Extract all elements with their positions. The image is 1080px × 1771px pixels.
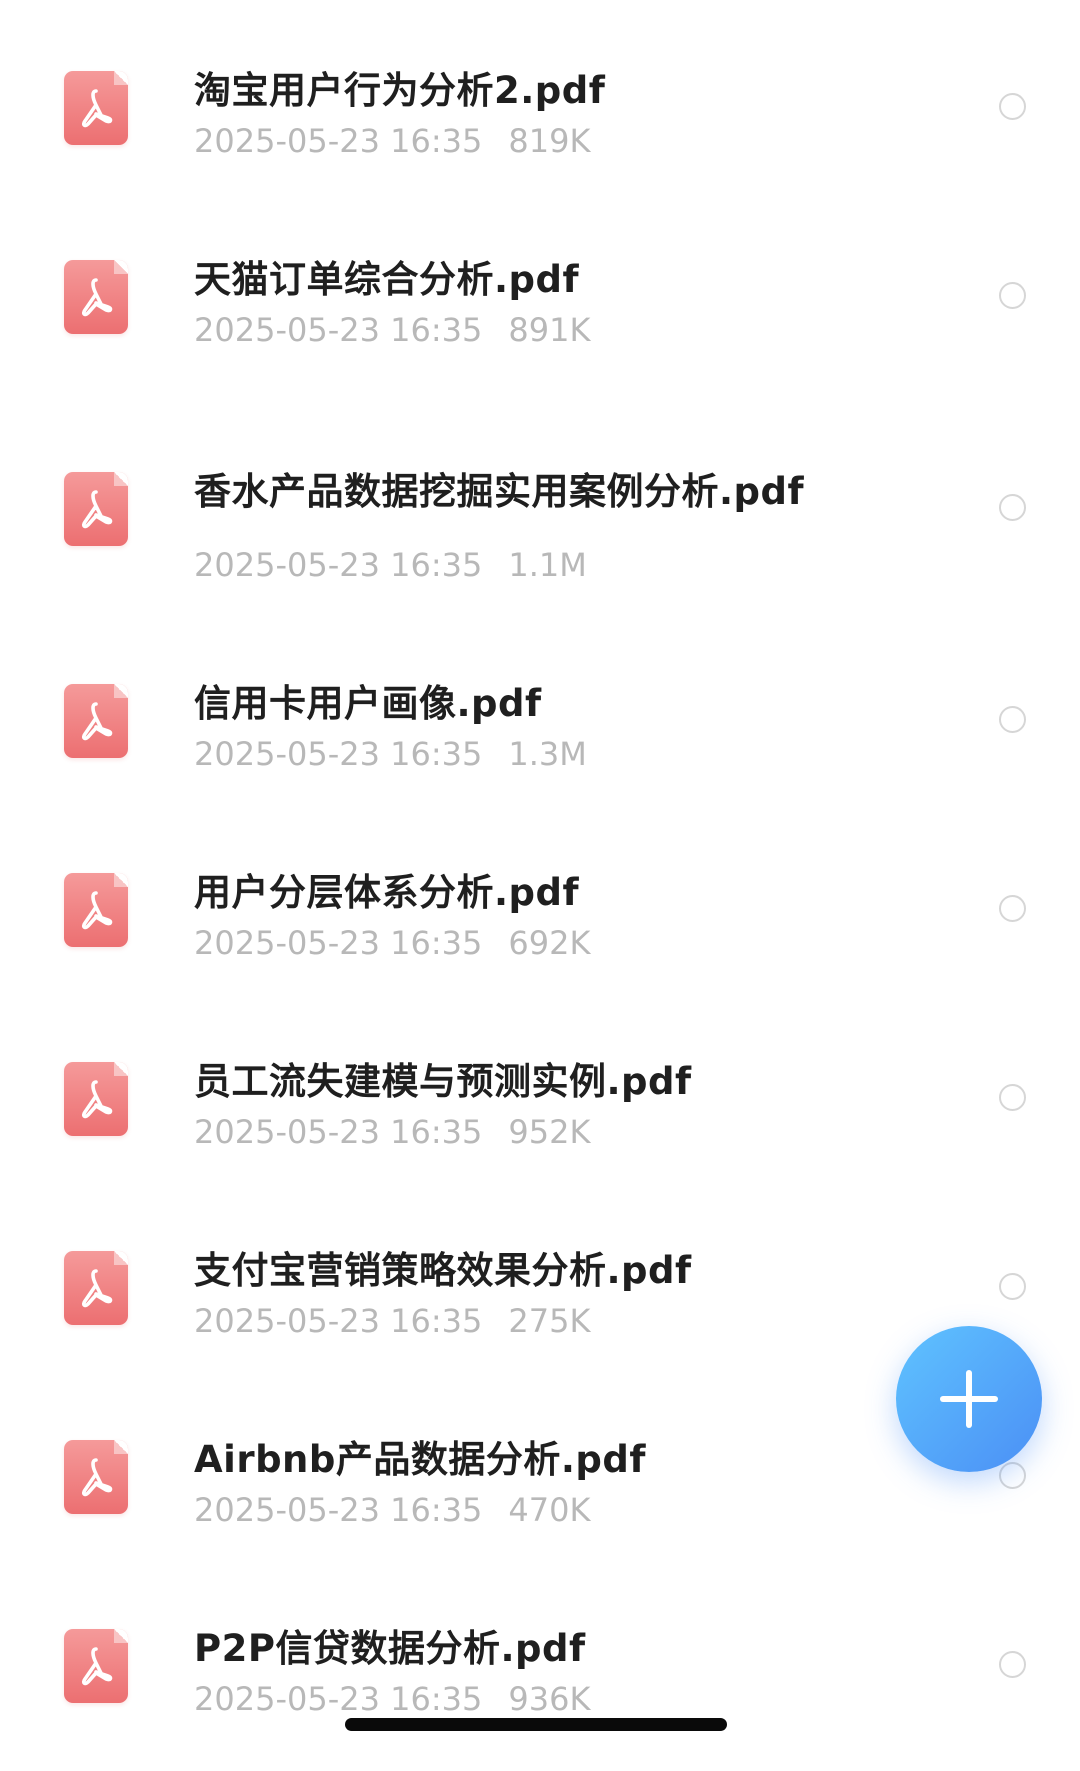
select-radio[interactable] xyxy=(999,1273,1026,1300)
file-name: 淘宝用户行为分析2.pdf xyxy=(194,69,606,112)
file-name: 员工流失建模与预测实例.pdf xyxy=(194,1060,692,1103)
select-radio[interactable] xyxy=(999,93,1026,120)
file-size: 819K xyxy=(508,122,591,160)
select-radio[interactable] xyxy=(999,1651,1026,1678)
file-date: 2025-05-23 16:35 xyxy=(194,735,483,773)
acrobat-glyph-icon xyxy=(81,278,113,317)
file-row[interactable]: 支付宝营销策略效果分析.pdf 2025-05-23 16:35 275K xyxy=(0,1213,1080,1363)
select-radio[interactable] xyxy=(999,706,1026,733)
acrobat-glyph-icon xyxy=(81,891,113,930)
file-name: 天猫订单综合分析.pdf xyxy=(194,258,580,301)
file-size: 891K xyxy=(508,311,591,349)
file-meta: 2025-05-23 16:35 819K xyxy=(194,122,590,160)
home-indicator[interactable] xyxy=(345,1718,727,1731)
file-row[interactable]: 信用卡用户画像.pdf 2025-05-23 16:35 1.3M xyxy=(0,646,1080,796)
file-date: 2025-05-23 16:35 xyxy=(194,1113,483,1151)
file-meta: 2025-05-23 16:35 936K xyxy=(194,1680,590,1718)
file-row[interactable]: 淘宝用户行为分析2.pdf 2025-05-23 16:35 819K xyxy=(0,33,1080,183)
pdf-icon xyxy=(64,1440,128,1514)
plus-icon xyxy=(940,1370,998,1428)
acrobat-glyph-icon xyxy=(81,89,113,128)
acrobat-glyph-icon xyxy=(81,1458,113,1497)
file-size: 470K xyxy=(508,1491,591,1529)
file-size: 1.1M xyxy=(508,546,587,584)
file-meta: 2025-05-23 16:35 692K xyxy=(194,924,590,962)
file-date: 2025-05-23 16:35 xyxy=(194,311,483,349)
file-date: 2025-05-23 16:35 xyxy=(194,122,483,160)
pdf-icon xyxy=(64,71,128,145)
file-size: 1.3M xyxy=(508,735,587,773)
pdf-icon xyxy=(64,1062,128,1136)
pdf-icon xyxy=(64,1251,128,1325)
file-row[interactable]: 员工流失建模与预测实例.pdf 2025-05-23 16:35 952K xyxy=(0,1024,1080,1174)
file-row[interactable]: 天猫订单综合分析.pdf 2025-05-23 16:35 891K xyxy=(0,222,1080,372)
select-radio[interactable] xyxy=(999,1084,1026,1111)
file-meta: 2025-05-23 16:35 952K xyxy=(194,1113,590,1151)
file-name: 信用卡用户画像.pdf xyxy=(194,682,542,725)
acrobat-glyph-icon xyxy=(81,702,113,741)
acrobat-glyph-icon xyxy=(81,1647,113,1686)
select-radio[interactable] xyxy=(999,282,1026,309)
file-size: 692K xyxy=(508,924,591,962)
file-date: 2025-05-23 16:35 xyxy=(194,1680,483,1718)
pdf-icon xyxy=(64,873,128,947)
file-name: Airbnb产品数据分析.pdf xyxy=(194,1438,646,1481)
file-size: 952K xyxy=(508,1113,591,1151)
file-meta: 2025-05-23 16:35 1.1M xyxy=(194,546,587,584)
select-radio[interactable] xyxy=(999,1462,1026,1489)
file-size: 936K xyxy=(508,1680,591,1718)
file-name: 香水产品数据挖掘实用案例分析.pdf xyxy=(194,470,805,513)
pdf-icon xyxy=(64,1629,128,1703)
file-meta: 2025-05-23 16:35 1.3M xyxy=(194,735,587,773)
file-list: 淘宝用户行为分析2.pdf 2025-05-23 16:35 819K 天猫订单综… xyxy=(0,0,1080,1771)
file-meta: 2025-05-23 16:35 275K xyxy=(194,1302,590,1340)
file-name: P2P信贷数据分析.pdf xyxy=(194,1627,586,1670)
file-name: 支付宝营销策略效果分析.pdf xyxy=(194,1249,692,1292)
add-file-button[interactable] xyxy=(896,1326,1042,1472)
pdf-icon xyxy=(64,472,128,546)
file-date: 2025-05-23 16:35 xyxy=(194,546,483,584)
file-date: 2025-05-23 16:35 xyxy=(194,924,483,962)
file-meta: 2025-05-23 16:35 891K xyxy=(194,311,590,349)
file-row[interactable]: 用户分层体系分析.pdf 2025-05-23 16:35 692K xyxy=(0,835,1080,985)
acrobat-glyph-icon xyxy=(81,1269,113,1308)
file-name: 用户分层体系分析.pdf xyxy=(194,871,580,914)
file-row[interactable]: 香水产品数据挖掘实用案例分析.pdf 2025-05-23 16:35 1.1M xyxy=(0,434,1080,614)
select-radio[interactable] xyxy=(999,895,1026,922)
file-date: 2025-05-23 16:35 xyxy=(194,1491,483,1529)
select-radio[interactable] xyxy=(999,494,1026,521)
file-date: 2025-05-23 16:35 xyxy=(194,1302,483,1340)
file-meta: 2025-05-23 16:35 470K xyxy=(194,1491,590,1529)
pdf-icon xyxy=(64,260,128,334)
file-size: 275K xyxy=(508,1302,591,1340)
acrobat-glyph-icon xyxy=(81,490,113,529)
acrobat-glyph-icon xyxy=(81,1080,113,1119)
pdf-icon xyxy=(64,684,128,758)
